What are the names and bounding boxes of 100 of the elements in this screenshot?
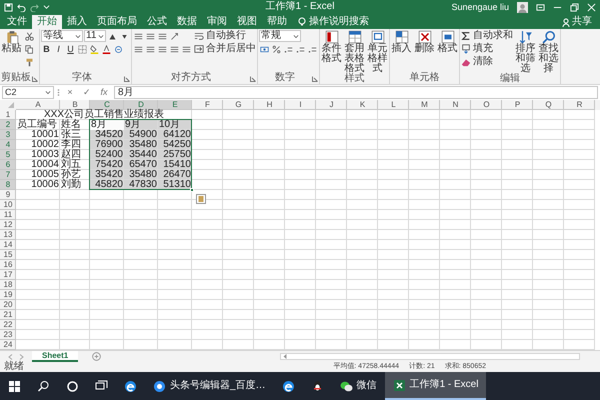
table-cell[interactable] [60,210,90,220]
table-cell[interactable] [16,260,60,270]
table-cell[interactable] [533,110,564,120]
table-cell[interactable] [347,340,378,350]
dialog-launcher-icon[interactable] [312,76,318,82]
table-cell[interactable] [471,340,502,350]
table-cell[interactable]: 35480 [124,170,158,180]
table-cell[interactable] [158,230,192,240]
table-cell[interactable] [471,260,502,270]
table-cell[interactable] [378,140,409,150]
table-cell[interactable] [223,200,254,210]
table-cell[interactable] [223,260,254,270]
table-cell[interactable] [378,210,409,220]
column-header[interactable]: G [223,100,254,110]
table-cell[interactable] [471,310,502,320]
table-cell[interactable]: 45820 [90,180,124,190]
table-cell[interactable] [471,250,502,260]
horizontal-scrollbar[interactable] [280,353,580,360]
table-cell[interactable] [158,290,192,300]
table-cell[interactable] [285,230,316,240]
table-cell[interactable] [192,140,223,150]
table-cell[interactable] [316,240,347,250]
table-cell[interactable]: 26470 [158,170,192,180]
table-cell[interactable]: XXX公司员工销售业绩报表 [16,110,192,120]
fill-handle[interactable] [190,188,194,192]
table-cell[interactable] [285,180,316,190]
dialog-launcher-icon[interactable] [32,76,38,82]
table-cell[interactable] [16,290,60,300]
row-header[interactable]: 21 [0,310,16,320]
table-cell[interactable] [564,310,595,320]
table-cell[interactable]: 64120 [158,130,192,140]
table-cell[interactable] [502,300,533,310]
table-cell[interactable] [409,220,440,230]
table-cell[interactable] [409,300,440,310]
table-cell[interactable] [254,330,285,340]
table-cell[interactable] [533,260,564,270]
table-cell[interactable] [223,130,254,140]
column-header[interactable]: F [192,100,223,110]
table-cell[interactable] [502,340,533,350]
table-cell[interactable] [158,310,192,320]
table-cell[interactable] [316,200,347,210]
table-cell[interactable] [471,240,502,250]
table-cell[interactable] [564,200,595,210]
taskbar-button[interactable]: 工作簿1 - Excel [384,372,486,400]
table-cell[interactable] [409,340,440,350]
table-cell[interactable] [223,300,254,310]
table-cell[interactable] [124,230,158,240]
table-cell[interactable] [533,320,564,330]
table-cell[interactable] [90,270,124,280]
table-cell[interactable] [254,310,285,320]
sheet-tab[interactable]: Sheet1 [32,351,78,362]
table-cell[interactable] [192,130,223,140]
row-header[interactable]: 6 [0,160,16,170]
table-cell[interactable] [409,200,440,210]
table-cell[interactable]: 姓名 [60,120,90,130]
table-cell[interactable] [502,230,533,240]
table-cell[interactable] [471,230,502,240]
table-cell[interactable] [440,110,471,120]
table-cell[interactable] [564,320,595,330]
table-cell[interactable] [564,150,595,160]
table-cell[interactable] [471,180,502,190]
ribbon-button[interactable]: 自动换行 [194,30,246,42]
ribbon-button[interactable] [113,43,124,55]
table-cell[interactable] [223,160,254,170]
table-cell[interactable] [502,330,533,340]
table-cell[interactable] [254,340,285,350]
table-cell[interactable] [440,220,471,230]
table-cell[interactable] [60,310,90,320]
share-button[interactable]: 共享 [562,15,592,29]
table-cell[interactable]: 34520 [90,130,124,140]
table-cell[interactable] [502,160,533,170]
name-box[interactable]: C2 [2,86,54,99]
column-header[interactable]: K [347,100,378,110]
table-cell[interactable] [90,320,124,330]
table-cell[interactable] [285,280,316,290]
table-cell[interactable] [158,210,192,220]
table-cell[interactable] [533,290,564,300]
table-cell[interactable] [124,190,158,200]
table-cell[interactable] [124,310,158,320]
table-cell[interactable] [347,270,378,280]
table-cell[interactable] [192,250,223,260]
table-cell[interactable] [285,290,316,300]
table-cell[interactable] [192,110,223,120]
table-cell[interactable] [502,250,533,260]
table-cell[interactable] [564,190,595,200]
table-cell[interactable] [124,320,158,330]
table-cell[interactable] [533,170,564,180]
table-cell[interactable] [347,300,378,310]
table-cell[interactable] [502,120,533,130]
table-cell[interactable] [378,230,409,240]
table-cell[interactable]: 10006 [16,180,60,190]
ribbon-button[interactable] [89,43,100,55]
table-cell[interactable] [192,240,223,250]
table-cell[interactable] [254,230,285,240]
table-cell[interactable] [60,230,90,240]
table-cell[interactable] [409,110,440,120]
table-cell[interactable] [471,150,502,160]
row-header[interactable]: 23 [0,330,16,340]
table-cell[interactable]: 54250 [158,140,192,150]
table-cell[interactable]: 76900 [90,140,124,150]
